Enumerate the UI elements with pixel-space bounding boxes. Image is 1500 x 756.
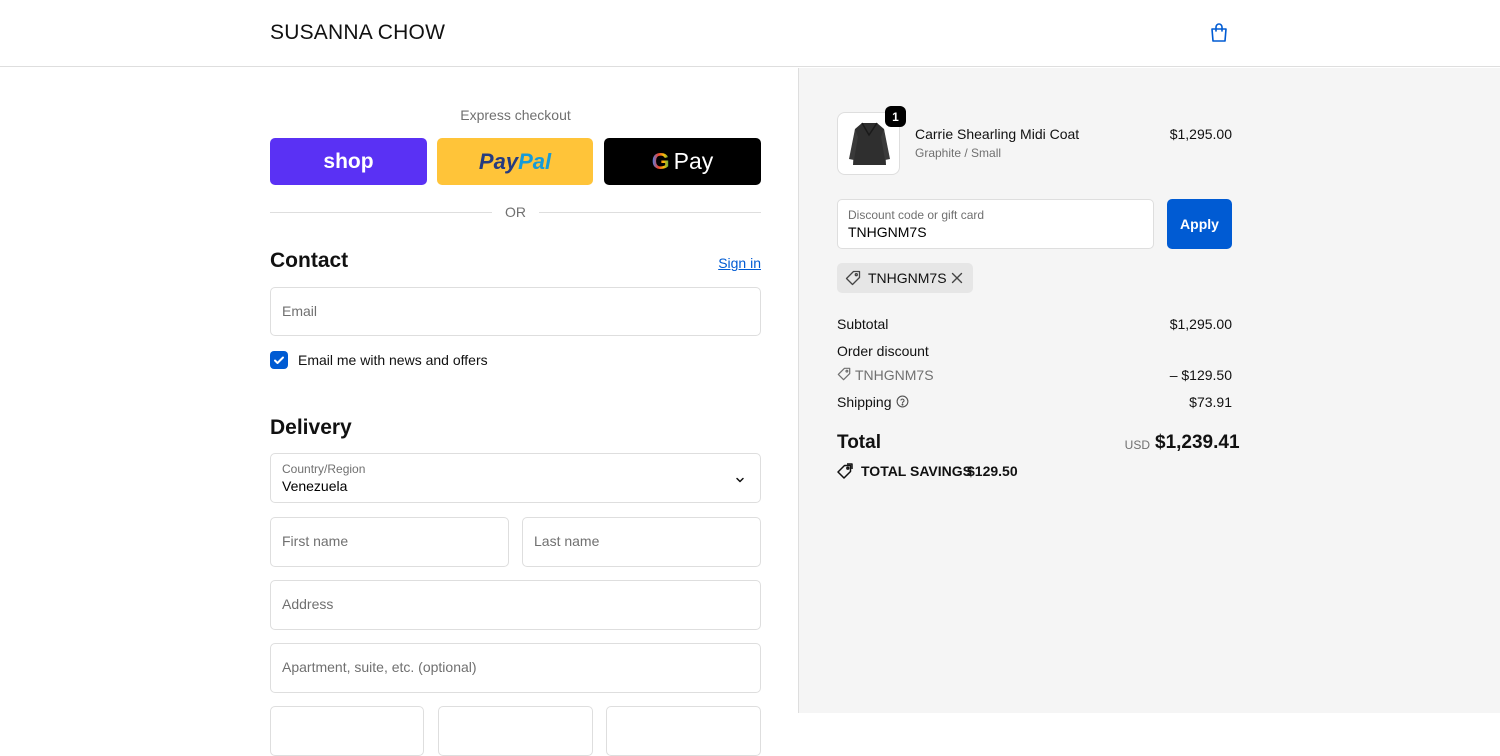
discount-label: Discount code or gift card [848,208,985,222]
brand-logo[interactable]: SUSANNA CHOW [270,21,445,45]
country-value: Venezuela [282,478,348,494]
paypal-button[interactable]: Pay Pal [437,138,593,185]
tag-icon [837,367,851,381]
email-field[interactable]: Email [270,287,761,336]
last-name-placeholder: Last name [534,533,600,549]
first-name-field[interactable]: First name [270,517,509,567]
shop-pay-label: shop [323,149,374,173]
paypal-label-pal: Pal [518,148,552,174]
last-name-field[interactable]: Last name [522,517,761,567]
google-g-icon: G [651,148,670,174]
shopping-bag-icon[interactable] [1208,22,1230,44]
savings-label: TOTAL SAVINGS [861,463,972,479]
apply-button[interactable]: Apply [1167,199,1232,249]
or-text: OR [505,204,526,220]
paypal-label-pay: Pay [478,148,519,174]
postal-code-field[interactable] [606,706,761,756]
delivery-heading: Delivery [270,416,352,439]
product-name: Carrie Shearling Midi Coat [915,126,1080,142]
checkmark-icon [274,356,284,364]
total-label: Total [837,432,881,453]
discount-code-field[interactable]: Discount code or gift card TNHGNM7S [837,199,1154,249]
close-icon[interactable] [949,270,965,286]
sign-in-link[interactable]: Sign in [700,255,761,271]
apply-label: Apply [1180,216,1219,232]
apartment-placeholder: Apartment, suite, etc. (optional) [282,659,477,675]
header: SUSANNA CHOW [0,0,1500,67]
savings-value: $129.50 [967,463,1018,479]
applied-discount-chip: TNHGNM7S [837,263,973,293]
first-name-placeholder: First name [282,533,349,549]
express-checkout-title: Express checkout [460,107,571,123]
state-field[interactable] [438,706,593,756]
apartment-field[interactable]: Apartment, suite, etc. (optional) [270,643,761,693]
shipping-value: $73.91 [1189,394,1232,410]
contact-heading: Contact [270,249,349,272]
order-discount-value: – $129.50 [1169,367,1232,383]
help-icon[interactable] [896,395,909,408]
email-placeholder: Email [282,303,318,319]
product-price: $1,295.00 [1169,126,1232,142]
discount-value: TNHGNM7S [848,224,927,240]
address-placeholder: Address [282,596,334,612]
news-checkbox-label[interactable]: Email me with news and offers [298,352,488,368]
country-label: Country/Region [282,462,366,476]
quantity-badge: 1 [885,106,906,127]
google-pay-button[interactable]: G Pay [604,138,761,185]
total-value: $1,239.41 [1155,432,1240,453]
address-field[interactable]: Address [270,580,761,630]
city-field[interactable] [270,706,424,756]
country-select[interactable]: Country/Region Venezuela [270,453,761,503]
total-currency: USD [1124,438,1150,452]
news-checkbox[interactable] [270,351,288,369]
subtotal-label: Subtotal [837,316,889,332]
or-divider: OR [270,204,761,220]
shop-pay-button[interactable]: shop [270,138,427,185]
applied-code: TNHGNM7S [868,270,947,286]
google-pay-label: Pay [673,148,714,174]
shipping-label: Shipping [837,394,892,410]
order-discount-code: TNHGNM7S [855,367,934,383]
tag-icon [845,270,861,286]
order-summary: 1 Carrie Shearling Midi Coat Graphite / … [798,68,1500,713]
subtotal-value: $1,295.00 [1169,316,1232,332]
product-variant: Graphite / Small [915,146,1002,160]
chevron-down-icon [736,477,744,483]
savings-tag-icon [837,463,853,479]
order-discount-label: Order discount [837,343,929,359]
checkout-form: Express checkout shop Pay Pal G Pay OR Con… [0,68,798,756]
